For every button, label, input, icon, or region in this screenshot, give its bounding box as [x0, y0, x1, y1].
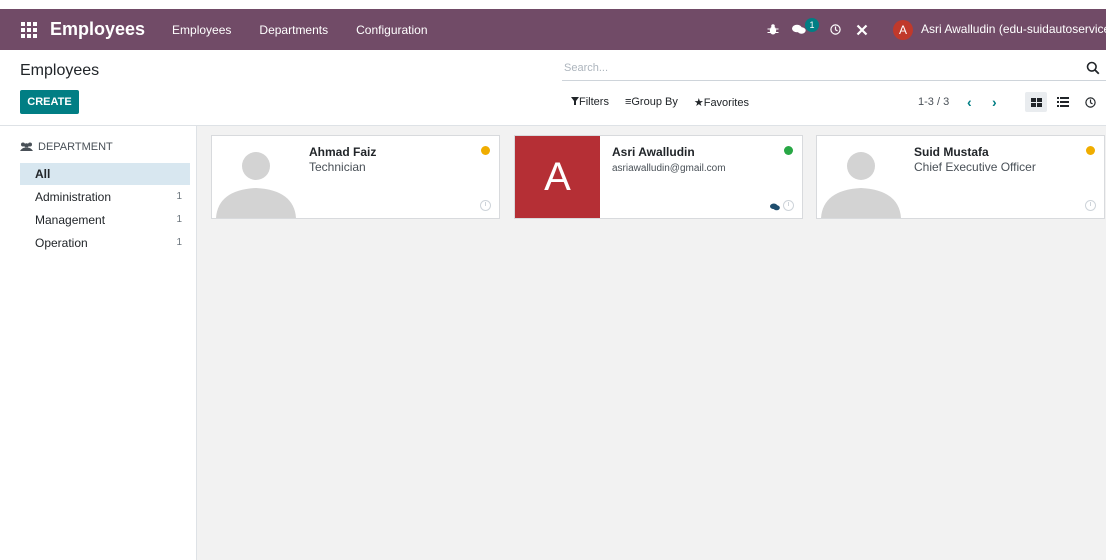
favorites-button[interactable]: ★Favorites	[694, 96, 749, 109]
department-item-count: 1	[176, 237, 182, 248]
menu-configuration[interactable]: Configuration	[356, 23, 427, 37]
kanban-area: Ahmad Faiz Technician A Asri Awalludin a…	[197, 126, 1106, 560]
search-input[interactable]	[562, 58, 1064, 78]
department-header: DEPARTMENT	[20, 141, 113, 153]
chevron-right-icon[interactable]: ›	[992, 94, 997, 110]
employee-email: asriawalludin@gmail.com	[612, 163, 726, 174]
employee-photo-placeholder	[817, 136, 902, 218]
user-menu[interactable]: Asri Awalludin (edu-suidautoservice)	[921, 22, 1106, 36]
top-navbar: Employees Employees Departments Configur…	[0, 9, 1106, 50]
activity-clock-icon[interactable]	[480, 200, 491, 211]
users-icon	[20, 142, 33, 151]
employee-job-title: Chief Executive Officer	[914, 160, 1036, 174]
activity-clock-icon[interactable]	[830, 24, 841, 35]
department-panel: DEPARTMENT All Administration 1 Manageme…	[0, 126, 197, 560]
page-title: Employees	[20, 62, 100, 79]
create-button[interactable]: CREATE	[20, 90, 79, 114]
department-item-label: Operation	[35, 236, 88, 250]
list-icon	[1057, 97, 1069, 107]
employee-card-ahmad-faiz[interactable]: Ahmad Faiz Technician	[211, 135, 500, 219]
bug-icon[interactable]	[767, 23, 779, 36]
kanban-icon	[1030, 97, 1042, 107]
search-options: Filters ≡Group By ★Favorites	[571, 96, 765, 109]
department-item-label: All	[35, 167, 51, 181]
list-view-button[interactable]	[1052, 92, 1074, 112]
menu-employees[interactable]: Employees	[172, 23, 231, 37]
activity-clock-icon[interactable]	[783, 200, 794, 211]
messages-icon[interactable]	[792, 24, 806, 35]
department-item-management[interactable]: Management 1	[20, 209, 190, 231]
department-item-label: Management	[35, 213, 106, 227]
clock-icon	[1084, 96, 1096, 108]
employee-name: Ahmad Faiz	[309, 145, 377, 159]
search-bar	[562, 58, 1106, 81]
group-by-button[interactable]: ≡Group By	[625, 96, 678, 109]
tools-icon[interactable]	[856, 24, 868, 36]
employee-initial-avatar: A	[515, 136, 600, 218]
filters-label: Filters	[579, 96, 609, 108]
employee-photo: A	[515, 136, 600, 218]
app-title[interactable]: Employees	[50, 19, 145, 40]
pager-value[interactable]: 1-3 / 3	[918, 96, 949, 108]
person-placeholder-icon	[817, 136, 902, 218]
department-item-count: 1	[176, 214, 182, 225]
search-icon[interactable]	[1086, 61, 1100, 75]
activity-clock-icon[interactable]	[1085, 200, 1096, 211]
presence-status-icon	[1086, 146, 1095, 155]
department-header-label: DEPARTMENT	[38, 141, 113, 153]
star-icon: ★	[693, 97, 704, 109]
department-item-all[interactable]: All	[20, 163, 190, 185]
user-avatar[interactable]: A	[893, 20, 913, 40]
group-by-label: Group By	[631, 96, 678, 108]
apps-menu-icon[interactable]	[21, 21, 37, 38]
employee-card-asri-awalludin[interactable]: A Asri Awalludin asriawalludin@gmail.com	[514, 135, 803, 219]
department-item-label: Administration	[35, 190, 112, 204]
kanban-view-button[interactable]	[1025, 92, 1047, 112]
department-item-administration[interactable]: Administration 1	[20, 186, 190, 208]
filters-button[interactable]: Filters	[571, 96, 609, 109]
presence-status-icon	[481, 146, 490, 155]
menu-departments[interactable]: Departments	[259, 23, 328, 37]
department-item-operation[interactable]: Operation 1	[20, 232, 190, 254]
employee-card-suid-mustafa[interactable]: Suid Mustafa Chief Executive Officer	[816, 135, 1105, 219]
person-placeholder-icon	[212, 136, 297, 218]
favorites-label: Favorites	[703, 97, 749, 109]
messages-count-badge: 1	[805, 18, 819, 32]
filter-icon	[571, 97, 579, 105]
employee-job-title: Technician	[309, 160, 366, 174]
presence-status-icon	[784, 146, 793, 155]
activity-view-button[interactable]	[1079, 92, 1101, 112]
employee-name: Asri Awalludin	[612, 145, 695, 159]
employee-photo-placeholder	[212, 136, 297, 218]
department-item-count: 1	[176, 191, 182, 202]
chat-icon[interactable]	[770, 203, 780, 211]
employee-name: Suid Mustafa	[914, 145, 989, 159]
control-panel: Employees CREATE Filters ≡Group By ★Favo…	[0, 50, 1106, 126]
chevron-left-icon[interactable]: ‹	[967, 94, 972, 110]
